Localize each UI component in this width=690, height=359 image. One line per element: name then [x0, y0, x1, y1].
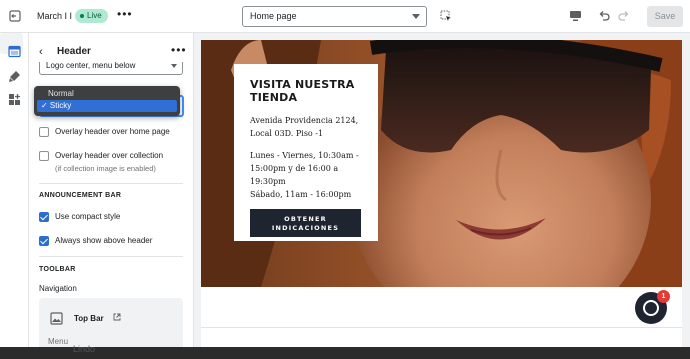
storefront-preview: VISITA NUESTRA TIENDA Avenida Providenci… — [201, 40, 682, 347]
redo-icon[interactable] — [618, 9, 630, 21]
hero-image: VISITA NUESTRA TIENDA Avenida Providenci… — [201, 40, 682, 287]
store-address: Avenida Providencia 2124, Local 03D. Pis… — [250, 114, 362, 140]
navigation-menu-card[interactable]: Top Bar Menu — [39, 298, 183, 347]
chevron-down-icon — [171, 64, 177, 68]
divider — [39, 256, 183, 257]
inspector-icon[interactable] — [440, 10, 452, 22]
preview-divider — [201, 327, 682, 328]
overlay-home-row[interactable]: Overlay header over home page — [39, 127, 170, 137]
hours-line-4: Sábado, 11am - 16:00pm — [250, 190, 352, 199]
announcement-section-heading: ANNOUNCEMENT BAR — [39, 192, 122, 199]
overlay-collection-checkbox[interactable] — [39, 151, 49, 161]
hours-line-1: Lunes - Viernes, 10:30am - — [250, 151, 359, 160]
apps-icon[interactable] — [8, 93, 21, 106]
overlay-collection-helper: (if collection image is enabled) — [55, 164, 156, 173]
header-settings-panel: ‹ Header ••• Logo center, menu below Ove… — [29, 33, 194, 347]
desktop-view-icon[interactable] — [569, 10, 582, 22]
image-icon — [50, 312, 63, 325]
logo-layout-select[interactable]: Logo center, menu below — [39, 62, 183, 75]
always-show-label: Always show above header — [55, 236, 153, 245]
always-show-checkbox[interactable] — [39, 236, 49, 246]
section-actions-button[interactable]: ••• — [171, 43, 187, 57]
toolbar-section-heading: TOOLBAR — [39, 266, 76, 273]
sections-icon[interactable] — [8, 45, 21, 58]
logo-layout-value: Logo center, menu below — [46, 62, 136, 70]
bottom-strip: Lindo — [0, 344, 690, 359]
theme-actions-button[interactable]: ••• — [117, 7, 133, 21]
panel-title: Header — [57, 46, 91, 57]
undo-icon[interactable] — [598, 9, 610, 21]
theme-settings-icon[interactable] — [8, 70, 21, 83]
navigation-menu-name: Top Bar — [74, 314, 104, 323]
bottom-ghost-text: Lindo — [73, 344, 96, 354]
page-select-value: Home page — [250, 11, 297, 21]
editor-topbar: March I I Live ••• Home page Save — [0, 0, 690, 33]
divider — [39, 183, 183, 184]
compact-style-checkbox[interactable] — [39, 212, 49, 222]
get-directions-button[interactable]: OBTENER INDICACIONES — [250, 209, 361, 237]
store-hours: Lunes - Viernes, 10:30am - 15:00pm y de … — [250, 149, 362, 201]
navigation-label: Navigation — [39, 284, 77, 293]
overlay-collection-row[interactable]: Overlay header over collection — [39, 151, 163, 161]
store-info-card: VISITA NUESTRA TIENDA Avenida Providenci… — [234, 64, 378, 241]
compact-style-label: Use compact style — [55, 212, 121, 221]
overlay-home-checkbox[interactable] — [39, 127, 49, 137]
overlay-home-label: Overlay header over home page — [55, 127, 170, 136]
cta-line-1: OBTENER — [284, 215, 327, 223]
cta-line-2: INDICACIONES — [271, 224, 340, 232]
theme-name: March I I — [37, 11, 73, 21]
hours-line-2: 15:00pm y de 16:00 a — [250, 164, 339, 173]
dropdown-option-sticky[interactable]: ✓ Sticky — [37, 100, 177, 112]
always-show-row[interactable]: Always show above header — [39, 236, 152, 246]
editor-sidebar-rail — [0, 33, 29, 347]
chat-notification-badge: 1 — [657, 290, 670, 303]
address-line-2: Local 03D. Piso -1 — [250, 129, 324, 138]
store-card-title: VISITA NUESTRA TIENDA — [250, 78, 355, 104]
compact-style-row[interactable]: Use compact style — [39, 212, 120, 222]
exit-icon[interactable] — [9, 10, 21, 22]
live-badge: Live — [75, 9, 108, 23]
hours-line-3: 19:30pm — [250, 177, 286, 186]
sticky-options-dropdown: Normal ✓ Sticky — [34, 86, 180, 116]
overlay-collection-label: Overlay header over collection — [55, 151, 164, 160]
page-select[interactable]: Home page — [242, 6, 427, 27]
back-button[interactable]: ‹ — [39, 46, 43, 58]
navigation-menu-type: Menu — [48, 337, 69, 346]
address-line-1: Avenida Providencia 2124, — [250, 116, 359, 125]
external-link-icon[interactable] — [113, 313, 121, 321]
dropdown-option-normal[interactable]: Normal — [37, 88, 177, 100]
save-button[interactable]: Save — [647, 6, 683, 27]
chevron-down-icon — [412, 14, 420, 19]
